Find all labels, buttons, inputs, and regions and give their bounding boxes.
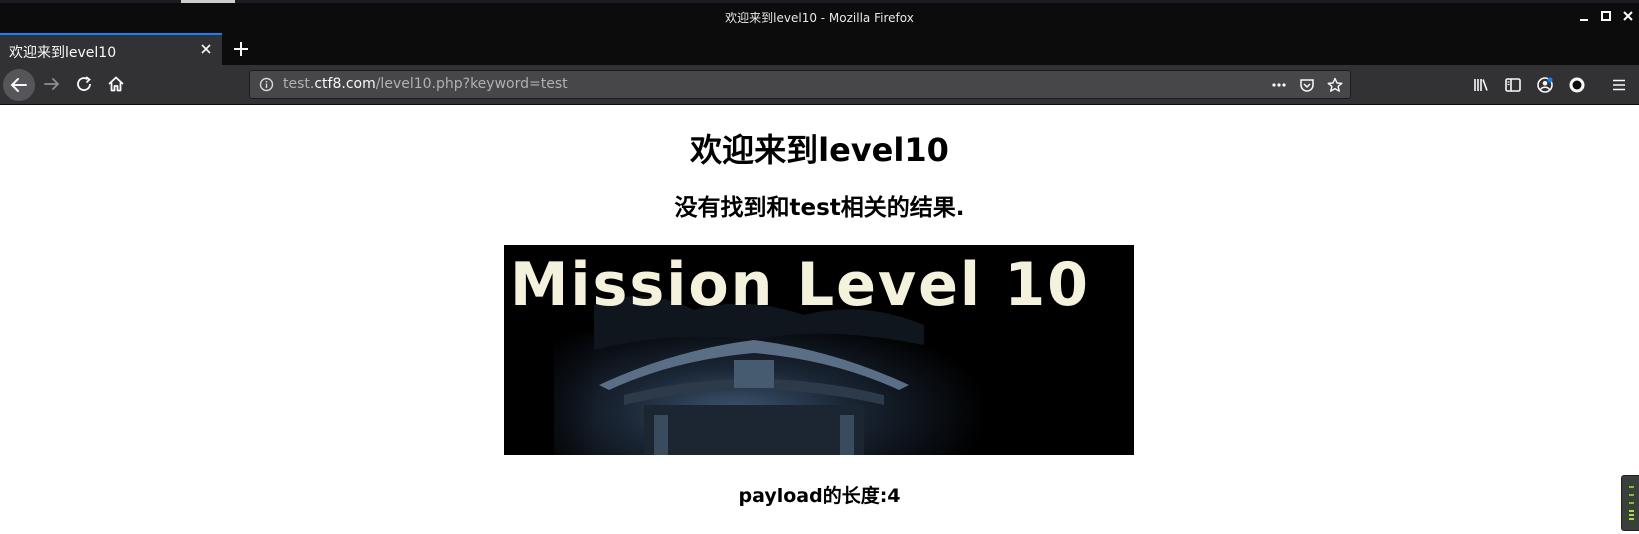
pocket-icon[interactable] [1299, 77, 1315, 93]
back-button[interactable] [3, 69, 35, 101]
back-icon [10, 78, 27, 92]
url-text[interactable]: test.ctf8.com/level10.php?keyword=test [283, 76, 568, 92]
titlebar-top-marker [181, 0, 235, 3]
reload-icon[interactable] [75, 75, 93, 93]
url-prefix: test. [283, 76, 315, 92]
site-info-icon[interactable] [259, 77, 274, 92]
mission-level-banner-image: Mission Level 10 [504, 245, 1134, 455]
side-monitor-widget[interactable] [1621, 475, 1639, 531]
page-content: 欢迎来到level10 没有找到和test相关的结果. Mission Leve… [0, 105, 1639, 531]
page-heading: 欢迎来到level10 [690, 131, 949, 169]
search-result-text: 没有找到和test相关的结果. [674, 195, 965, 221]
url-bar[interactable]: test.ctf8.com/level10.php?keyword=test [249, 70, 1351, 99]
menu-icon[interactable] [1610, 76, 1628, 94]
forward-icon[interactable] [43, 75, 61, 93]
tab-level10[interactable]: 欢迎来到level10 [0, 33, 222, 65]
tab-strip: 欢迎来到level10 [0, 33, 1639, 65]
sidebar-icon[interactable] [1504, 76, 1522, 94]
maximize-icon[interactable] [1600, 10, 1612, 22]
close-icon[interactable] [1622, 10, 1634, 22]
url-host: ctf8.com [314, 76, 376, 92]
extension-icon[interactable] [1568, 76, 1586, 94]
page-actions-icon[interactable] [1271, 77, 1287, 93]
banner-title-text: Mission Level 10 [510, 250, 1090, 320]
home-icon[interactable] [107, 75, 125, 93]
tab-close-icon[interactable] [198, 41, 214, 57]
minimize-icon[interactable] [1578, 10, 1590, 22]
signal-meter-icon [1629, 486, 1634, 520]
window-titlebar: 欢迎来到level10 - Mozilla Firefox [0, 0, 1639, 33]
new-tab-icon[interactable] [231, 39, 251, 59]
window-title: 欢迎来到level10 - Mozilla Firefox [725, 11, 914, 25]
url-path: /level10.php?keyword=test [375, 76, 568, 92]
account-icon[interactable] [1536, 76, 1554, 94]
library-icon[interactable] [1472, 76, 1490, 94]
payload-length-text: payload的长度:4 [738, 485, 901, 507]
bookmark-star-icon[interactable] [1327, 77, 1343, 93]
titlebar-top-edge [0, 0, 1639, 3]
navigation-toolbar: test.ctf8.com/level10.php?keyword=test [0, 65, 1639, 105]
tab-title: 欢迎来到level10 [9, 45, 117, 61]
banner-artwork: Mission Level 10 [504, 245, 1134, 455]
